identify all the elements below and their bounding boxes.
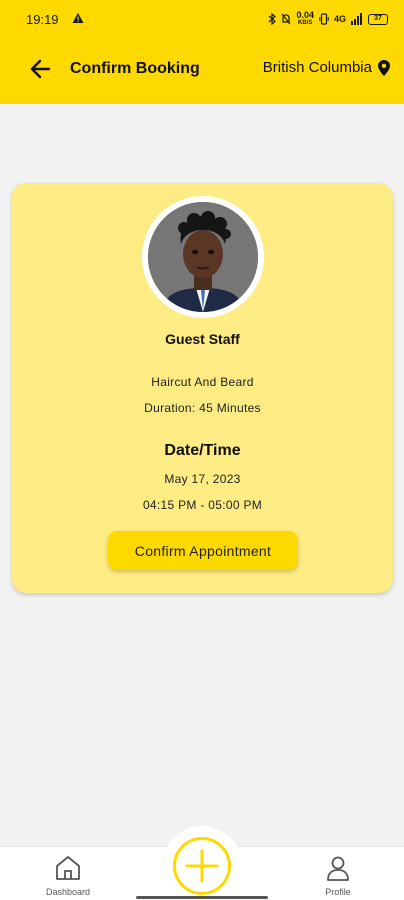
booking-time-range: 04:15 PM - 05:00 PM [142, 498, 263, 512]
speed-unit: KB/S [298, 20, 313, 26]
booking-card: Guest Staff Haircut And Beard Duration: … [12, 183, 393, 593]
nav-profile[interactable]: Profile [303, 855, 373, 897]
plus-icon [185, 849, 219, 883]
staff-avatar-image [148, 202, 258, 312]
back-arrow-icon[interactable] [28, 56, 54, 82]
staff-portrait-icon [148, 202, 258, 312]
add-booking-button[interactable] [173, 837, 231, 895]
home-icon [56, 856, 80, 880]
nav-dashboard-label: Dashboard [45, 887, 91, 897]
nav-dashboard[interactable]: Dashboard [33, 855, 103, 897]
nav-profile-label: Profile [325, 887, 351, 897]
location-selector[interactable]: British Columbia [263, 59, 390, 76]
app-header: 19:19 0.04 KB/S 4G 37 Confirm Booking Br… [0, 0, 404, 104]
battery-level: 37 [374, 14, 382, 22]
location-pin-icon [378, 59, 390, 76]
bluetooth-icon [269, 13, 277, 25]
location-label: British Columbia [262, 59, 372, 76]
status-bar: 19:19 0.04 KB/S 4G 37 [0, 0, 404, 38]
vibrate-icon [319, 13, 329, 25]
network-speed: 0.04 KB/S [296, 11, 314, 27]
status-time: 19:19 [26, 12, 59, 27]
service-name: Haircut And Beard [151, 375, 254, 389]
mute-icon [281, 13, 291, 25]
avatar [142, 196, 264, 318]
confirm-appointment-button[interactable]: Confirm Appointment [108, 531, 298, 570]
booking-date: May 17, 2023 [164, 472, 241, 486]
warning-icon [72, 13, 84, 23]
status-icons: 0.04 KB/S 4G 37 [268, 11, 388, 27]
page-title: Confirm Booking [70, 60, 200, 77]
datetime-heading: Date/Time [164, 442, 241, 459]
profile-icon [327, 856, 349, 881]
home-indicator [136, 896, 268, 899]
signal-icon [351, 13, 362, 25]
speed-value: 0.04 [296, 10, 314, 20]
network-type: 4G [333, 14, 346, 24]
battery-icon: 37 [368, 13, 388, 25]
duration-text: Duration: 45 Minutes [144, 401, 261, 415]
staff-name: Guest Staff [165, 331, 240, 347]
